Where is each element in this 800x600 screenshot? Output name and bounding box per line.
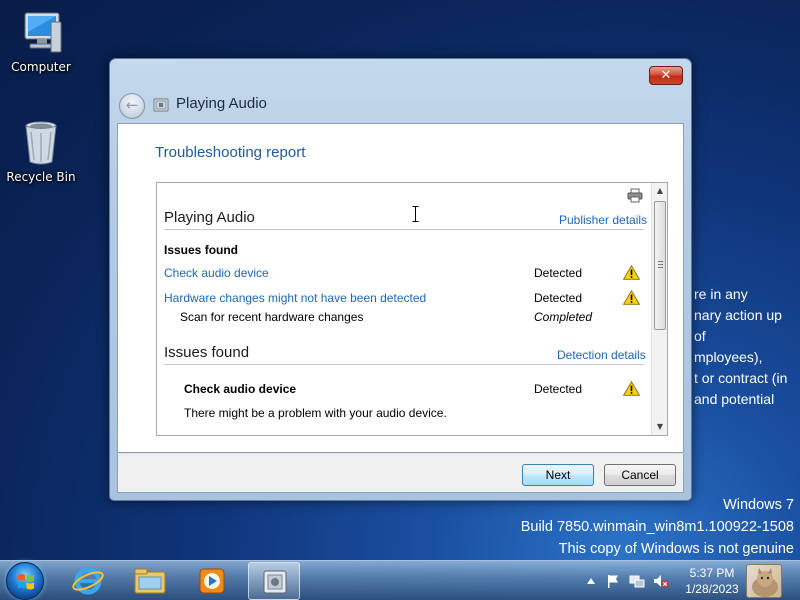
- divider: [164, 229, 644, 230]
- windows-watermark: Windows 7 Build 7850.winmain_win8m1.1009…: [521, 494, 794, 560]
- troubleshooter-window: ✕ ← Playing Audio Troubleshooting report…: [109, 58, 692, 501]
- watermark-line: This copy of Windows is not genuine: [558, 541, 794, 557]
- detail-status: Detected: [534, 382, 583, 396]
- background-text-line: t or contract (in: [694, 370, 788, 386]
- background-text-line: re in any: [694, 286, 748, 302]
- issue-status: Detected: [534, 266, 583, 280]
- grip-icon: [658, 261, 663, 268]
- volume-muted-icon[interactable]: [653, 573, 669, 589]
- troubleshooter-icon: [153, 98, 169, 112]
- user-avatar[interactable]: [746, 564, 782, 598]
- watermark-line: Build 7850.winmain_win8m1.100922-1508: [520, 519, 794, 535]
- taskbar: 5:37 PM 1/28/2023: [0, 560, 800, 600]
- explorer-icon: [134, 568, 166, 594]
- detail-title: Check audio device: [184, 382, 297, 396]
- background-text-line: nary action up: [694, 307, 782, 323]
- detail-description: There might be a problem with your audio…: [184, 406, 447, 420]
- section-title: Issues found: [164, 344, 250, 361]
- start-button[interactable]: [6, 562, 44, 600]
- sub-item-name: Scan for recent hardware changes: [180, 310, 364, 324]
- window-footer: Next Cancel: [117, 453, 684, 493]
- issue-status: Detected: [534, 291, 583, 305]
- back-button[interactable]: ←: [119, 93, 145, 119]
- show-hidden-icon[interactable]: [583, 573, 599, 589]
- warning-icon: [623, 265, 640, 280]
- issue-link-hardware-changes[interactable]: Hardware changes might not have been det…: [164, 291, 426, 305]
- desktop-icon-computer[interactable]: Computer: [2, 10, 80, 74]
- taskbar-media-player[interactable]: [186, 562, 238, 600]
- taskbar-explorer[interactable]: [124, 562, 176, 600]
- windows-logo-icon: [18, 574, 34, 590]
- close-button[interactable]: ✕: [649, 66, 683, 85]
- next-button[interactable]: Next: [522, 464, 594, 486]
- detection-details-link[interactable]: Detection details: [557, 348, 646, 362]
- report-content: Playing Audio Publisher details Issues f…: [157, 183, 651, 435]
- publisher-details-link[interactable]: Publisher details: [559, 213, 647, 227]
- desktop-icon-recycle-bin[interactable]: Recycle Bin: [2, 120, 80, 184]
- network-icon[interactable]: [629, 573, 645, 589]
- computer-icon: [24, 12, 62, 53]
- desktop-icon-label: Recycle Bin: [6, 170, 76, 184]
- page-title: Troubleshooting report: [155, 144, 306, 161]
- divider: [164, 364, 644, 365]
- scroll-down-icon[interactable]: ▼: [652, 419, 667, 435]
- warning-icon: [623, 290, 640, 305]
- media-player-icon: [199, 568, 225, 594]
- section-title: Playing Audio: [164, 209, 255, 226]
- window-title: Playing Audio: [176, 95, 267, 112]
- scrollbar-thumb[interactable]: [654, 201, 666, 330]
- cat-avatar-icon: [752, 568, 778, 597]
- cancel-button[interactable]: Cancel: [604, 464, 676, 486]
- window-content: Troubleshooting report Playing Audio Pub…: [117, 123, 684, 453]
- taskbar-troubleshooter[interactable]: [248, 562, 300, 600]
- recycle-bin-icon: [25, 121, 57, 165]
- desktop-icon-label: Computer: [11, 60, 71, 74]
- print-icon[interactable]: [627, 188, 643, 203]
- background-text-line: of: [694, 328, 706, 344]
- text-cursor-icon: [412, 206, 419, 222]
- troubleshooter-icon: [263, 570, 287, 594]
- taskbar-clock[interactable]: 5:37 PM 1/28/2023: [680, 565, 744, 597]
- clock-date: 1/28/2023: [685, 582, 739, 596]
- background-text: re in any nary action up of mployees), t…: [694, 284, 800, 410]
- scroll-up-icon[interactable]: ▲: [652, 183, 667, 199]
- warning-icon: [623, 381, 640, 396]
- background-text-line: mployees),: [694, 349, 763, 365]
- action-center-flag-icon[interactable]: [605, 573, 621, 589]
- issues-found-label: Issues found: [164, 243, 239, 257]
- clock-time: 5:37 PM: [689, 566, 735, 580]
- back-arrow-icon: ←: [125, 96, 139, 114]
- sub-item-status: Completed: [534, 310, 593, 324]
- issue-link-check-audio[interactable]: Check audio device: [164, 266, 269, 280]
- background-text-line: and potential: [694, 391, 775, 407]
- internet-explorer-icon: [72, 567, 104, 595]
- taskbar-internet-explorer[interactable]: [62, 562, 114, 600]
- report-scrollbar[interactable]: ▲ ▼: [651, 183, 667, 435]
